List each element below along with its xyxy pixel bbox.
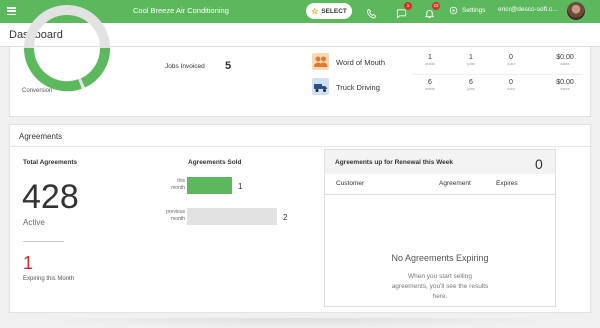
leads-unit: leads — [425, 86, 435, 91]
empty-state-title: No Agreements Expiring — [391, 253, 489, 263]
active-label: Active — [23, 218, 45, 227]
select-button[interactable]: ☆ SELECT — [306, 3, 352, 19]
sold-value: 0 — [509, 79, 513, 86]
sold-unit: sold — [507, 86, 515, 91]
column-header-agreement[interactable]: Agreement — [439, 180, 471, 187]
menu-icon[interactable] — [7, 7, 16, 16]
truck-icon — [312, 78, 329, 95]
sales-unit: sales — [560, 86, 570, 91]
expiring-label: Expiring this Month — [23, 276, 75, 282]
agreements-section-title: Agreements — [19, 132, 63, 141]
messages-icon[interactable]: 1 — [396, 2, 412, 19]
leads-unit: leads — [425, 61, 435, 66]
settings-label: Settings — [462, 7, 486, 14]
agreements-sold-title: Agreements Sold — [188, 159, 242, 166]
sold-bar-row: this month 1 — [150, 176, 310, 196]
previous-month-value: 2 — [283, 213, 288, 222]
summary-card: Conversion Jobs Invoiced 5 Word of Mouth… — [9, 5, 591, 117]
card-shadow — [30, 318, 570, 328]
jobs-unit: jobs — [467, 61, 475, 66]
jobs-value: 6 — [469, 79, 473, 86]
notifications-icon[interactable]: 23 — [424, 2, 440, 19]
renewal-title: Agreements up for Renewal this Week — [335, 159, 453, 166]
leads-value: 1 — [428, 54, 432, 61]
conversion-label: Conversion — [22, 88, 53, 94]
lead-source-name: Truck Driving — [336, 83, 380, 92]
phone-icon[interactable] — [366, 6, 377, 19]
sold-value: 0 — [509, 54, 513, 61]
renewal-header: Agreements up for Renewal this Week 0 — [325, 150, 555, 174]
avatar[interactable] — [567, 2, 585, 20]
jobs-value: 1 — [469, 54, 473, 61]
total-agreements-label: Total Agreements — [23, 159, 78, 166]
bar-label-line1: this — [177, 178, 185, 184]
star-icon: ☆ — [311, 6, 319, 16]
settings-link[interactable]: Settings — [449, 6, 486, 15]
expiring-value: 1 — [23, 253, 34, 273]
this-month-value: 1 — [238, 182, 243, 191]
jobs-invoiced-value: 5 — [225, 60, 232, 72]
lead-source-name: Word of Mouth — [336, 58, 386, 67]
table-divider — [325, 194, 555, 195]
jobs-unit: jobs — [467, 86, 475, 91]
column-header-expires[interactable]: Expires — [496, 180, 518, 187]
this-month-bar — [187, 177, 232, 194]
leads-value: 6 — [428, 79, 432, 86]
company-name: Cool Breeze Air Conditioning — [133, 6, 229, 15]
section-divider — [10, 146, 592, 147]
agreements-card: Agreements Total Agreements 428 Active 1… — [9, 124, 592, 313]
column-header-customer[interactable]: Customer — [336, 180, 364, 187]
jobs-invoiced-label: Jobs Invoiced — [165, 63, 205, 70]
bar-label-line1: previous — [166, 209, 185, 215]
sales-unit: sales — [560, 61, 570, 66]
sold-bar-row: previous month 2 — [150, 207, 310, 227]
messages-badge: 1 — [404, 2, 412, 10]
previous-month-bar — [187, 208, 277, 225]
row-divider — [412, 74, 582, 75]
lead-source-row[interactable]: Truck Driving 6 leads 6 jobs 0 sold $0.00 sa… — [312, 78, 582, 100]
notifications-badge: 23 — [432, 2, 440, 10]
gear-icon — [449, 6, 458, 15]
sales-value: $0.00 — [556, 79, 574, 86]
divider — [23, 241, 64, 242]
lead-source-row[interactable]: Word of Mouth 1 leads 1 jobs 0 sold $0.00 sa… — [312, 53, 582, 75]
sales-value: $0.00 — [556, 54, 574, 61]
bar-label-line2: month — [171, 216, 185, 222]
empty-state-text: When you start selling agreements, you'l… — [391, 273, 489, 300]
renewal-count: 0 — [535, 156, 543, 172]
total-agreements-value: 428 — [22, 178, 79, 216]
sold-unit: sold — [507, 61, 515, 66]
conversion-donut-chart — [23, 5, 111, 92]
bar-label-line2: month — [171, 185, 185, 191]
user-email[interactable]: ericr@desco-soft.c... — [498, 6, 558, 13]
people-icon — [312, 53, 329, 70]
renewal-panel: Agreements up for Renewal this Week 0 Cu… — [324, 149, 556, 307]
select-button-label: SELECT — [321, 7, 347, 15]
